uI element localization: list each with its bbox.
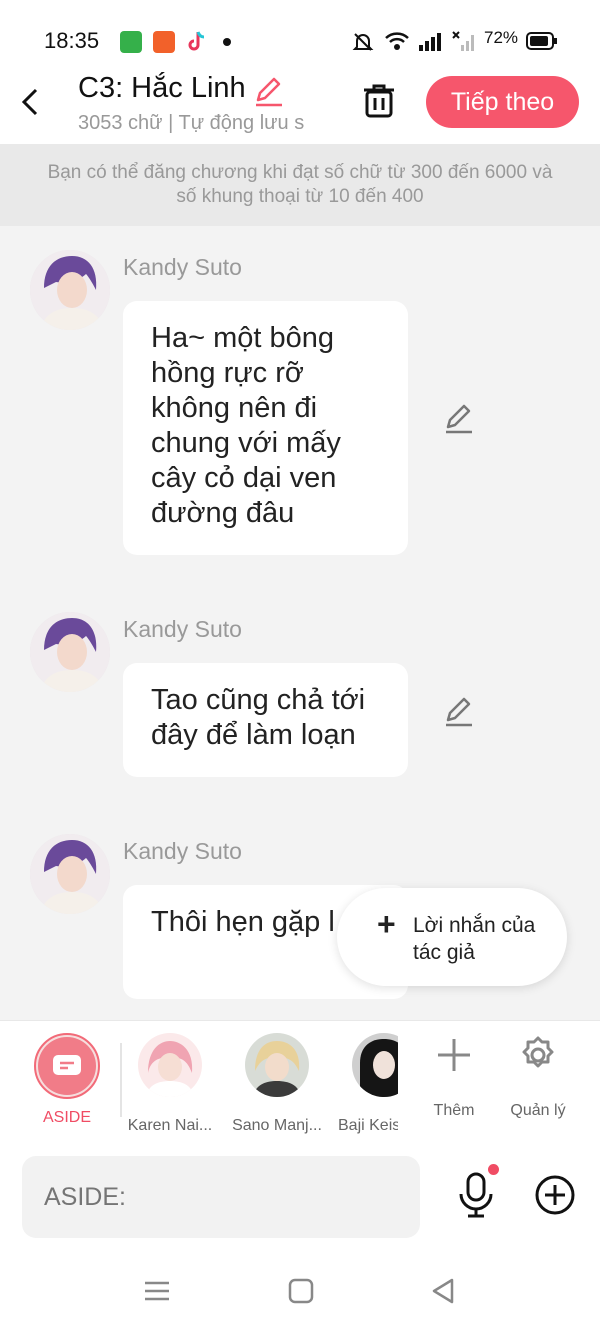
system-nav-bar [0,1252,600,1333]
battery-percent: 72% [484,28,519,47]
character-name: Karen Nai... [127,1117,213,1134]
app-orange-icon [153,31,175,53]
author-note-label: Lời nhắn của tác giả [413,914,536,964]
back-button[interactable] [16,82,48,122]
avatar [352,1033,398,1097]
editor-header: C3: Hắc Linh 3053 chữ | Tự động lưu s Ti… [0,60,600,144]
character-item[interactable]: Sano Manj... [227,1033,327,1135]
edit-message-icon[interactable] [442,694,476,728]
mute-bell-icon [352,31,374,53]
publish-requirement-banner: Bạn có thể đăng chương khi đạt số chữ từ… [0,144,600,226]
plus-icon: + [377,906,396,942]
microphone-icon[interactable] [456,1170,496,1220]
character-item[interactable]: Baji Keis [334,1033,398,1135]
signal-icon [418,30,442,52]
aside-avatar [34,1033,100,1099]
trash-icon[interactable] [358,80,400,122]
recording-dot [488,1164,499,1175]
input-bar [0,1142,600,1252]
message-author: Kandy Suto [123,616,242,642]
menu-icon[interactable] [142,1276,172,1306]
back-nav-icon[interactable] [428,1276,458,1306]
avatar [138,1033,202,1097]
word-count-autosave: 3053 chữ | Tự động lưu s [78,112,305,134]
message-author: Kandy Suto [123,838,242,864]
character-name: Baji Keis [338,1117,398,1134]
wifi-icon [384,30,410,52]
manage-label: Quản lý [510,1102,566,1119]
avatar [245,1033,309,1097]
message-bubble[interactable]: Tao cũng chả tới đây để làm loạn [123,663,408,777]
chat-bubble-icon [53,1055,81,1075]
edit-message-icon[interactable] [442,401,476,435]
battery-icon [526,32,558,50]
avatar[interactable] [30,250,110,330]
plus-icon [438,1039,470,1071]
character-bar: ASIDE Karen Nai... Sano Manj... Baji Kei… [0,1020,600,1142]
character-aside[interactable]: ASIDE [17,1033,117,1127]
character-name: Sano Manj... [232,1117,322,1134]
author-note-button[interactable]: + Lời nhắn của tác giả [337,888,567,986]
plus-circle-icon [535,1175,575,1215]
tiktok-icon [186,30,208,54]
add-character-button[interactable]: Thêm [414,1035,494,1120]
chapter-title: C3: Hắc Linh [78,72,246,104]
next-button[interactable]: Tiếp theo [426,76,579,128]
signal-x-icon [452,30,478,52]
notification-dot [223,38,231,46]
message-bubble[interactable]: Ha~ một bông hồng rực rỡ không nên đi ch… [123,301,408,555]
message-input[interactable] [22,1156,420,1238]
gear-icon [522,1036,554,1068]
avatar[interactable] [30,612,110,692]
manage-characters-button[interactable]: Quản lý [498,1035,578,1120]
add-content-button[interactable] [534,1174,576,1216]
message-author: Kandy Suto [123,254,242,280]
app-green-icon [120,31,142,53]
avatar[interactable] [30,834,110,914]
status-time: 18:35 [44,28,100,53]
character-item[interactable]: Karen Nai... [120,1033,220,1135]
add-label: Thêm [433,1102,475,1119]
home-icon[interactable] [286,1276,316,1306]
edit-title-icon[interactable] [252,74,286,108]
character-name: ASIDE [42,1109,91,1126]
